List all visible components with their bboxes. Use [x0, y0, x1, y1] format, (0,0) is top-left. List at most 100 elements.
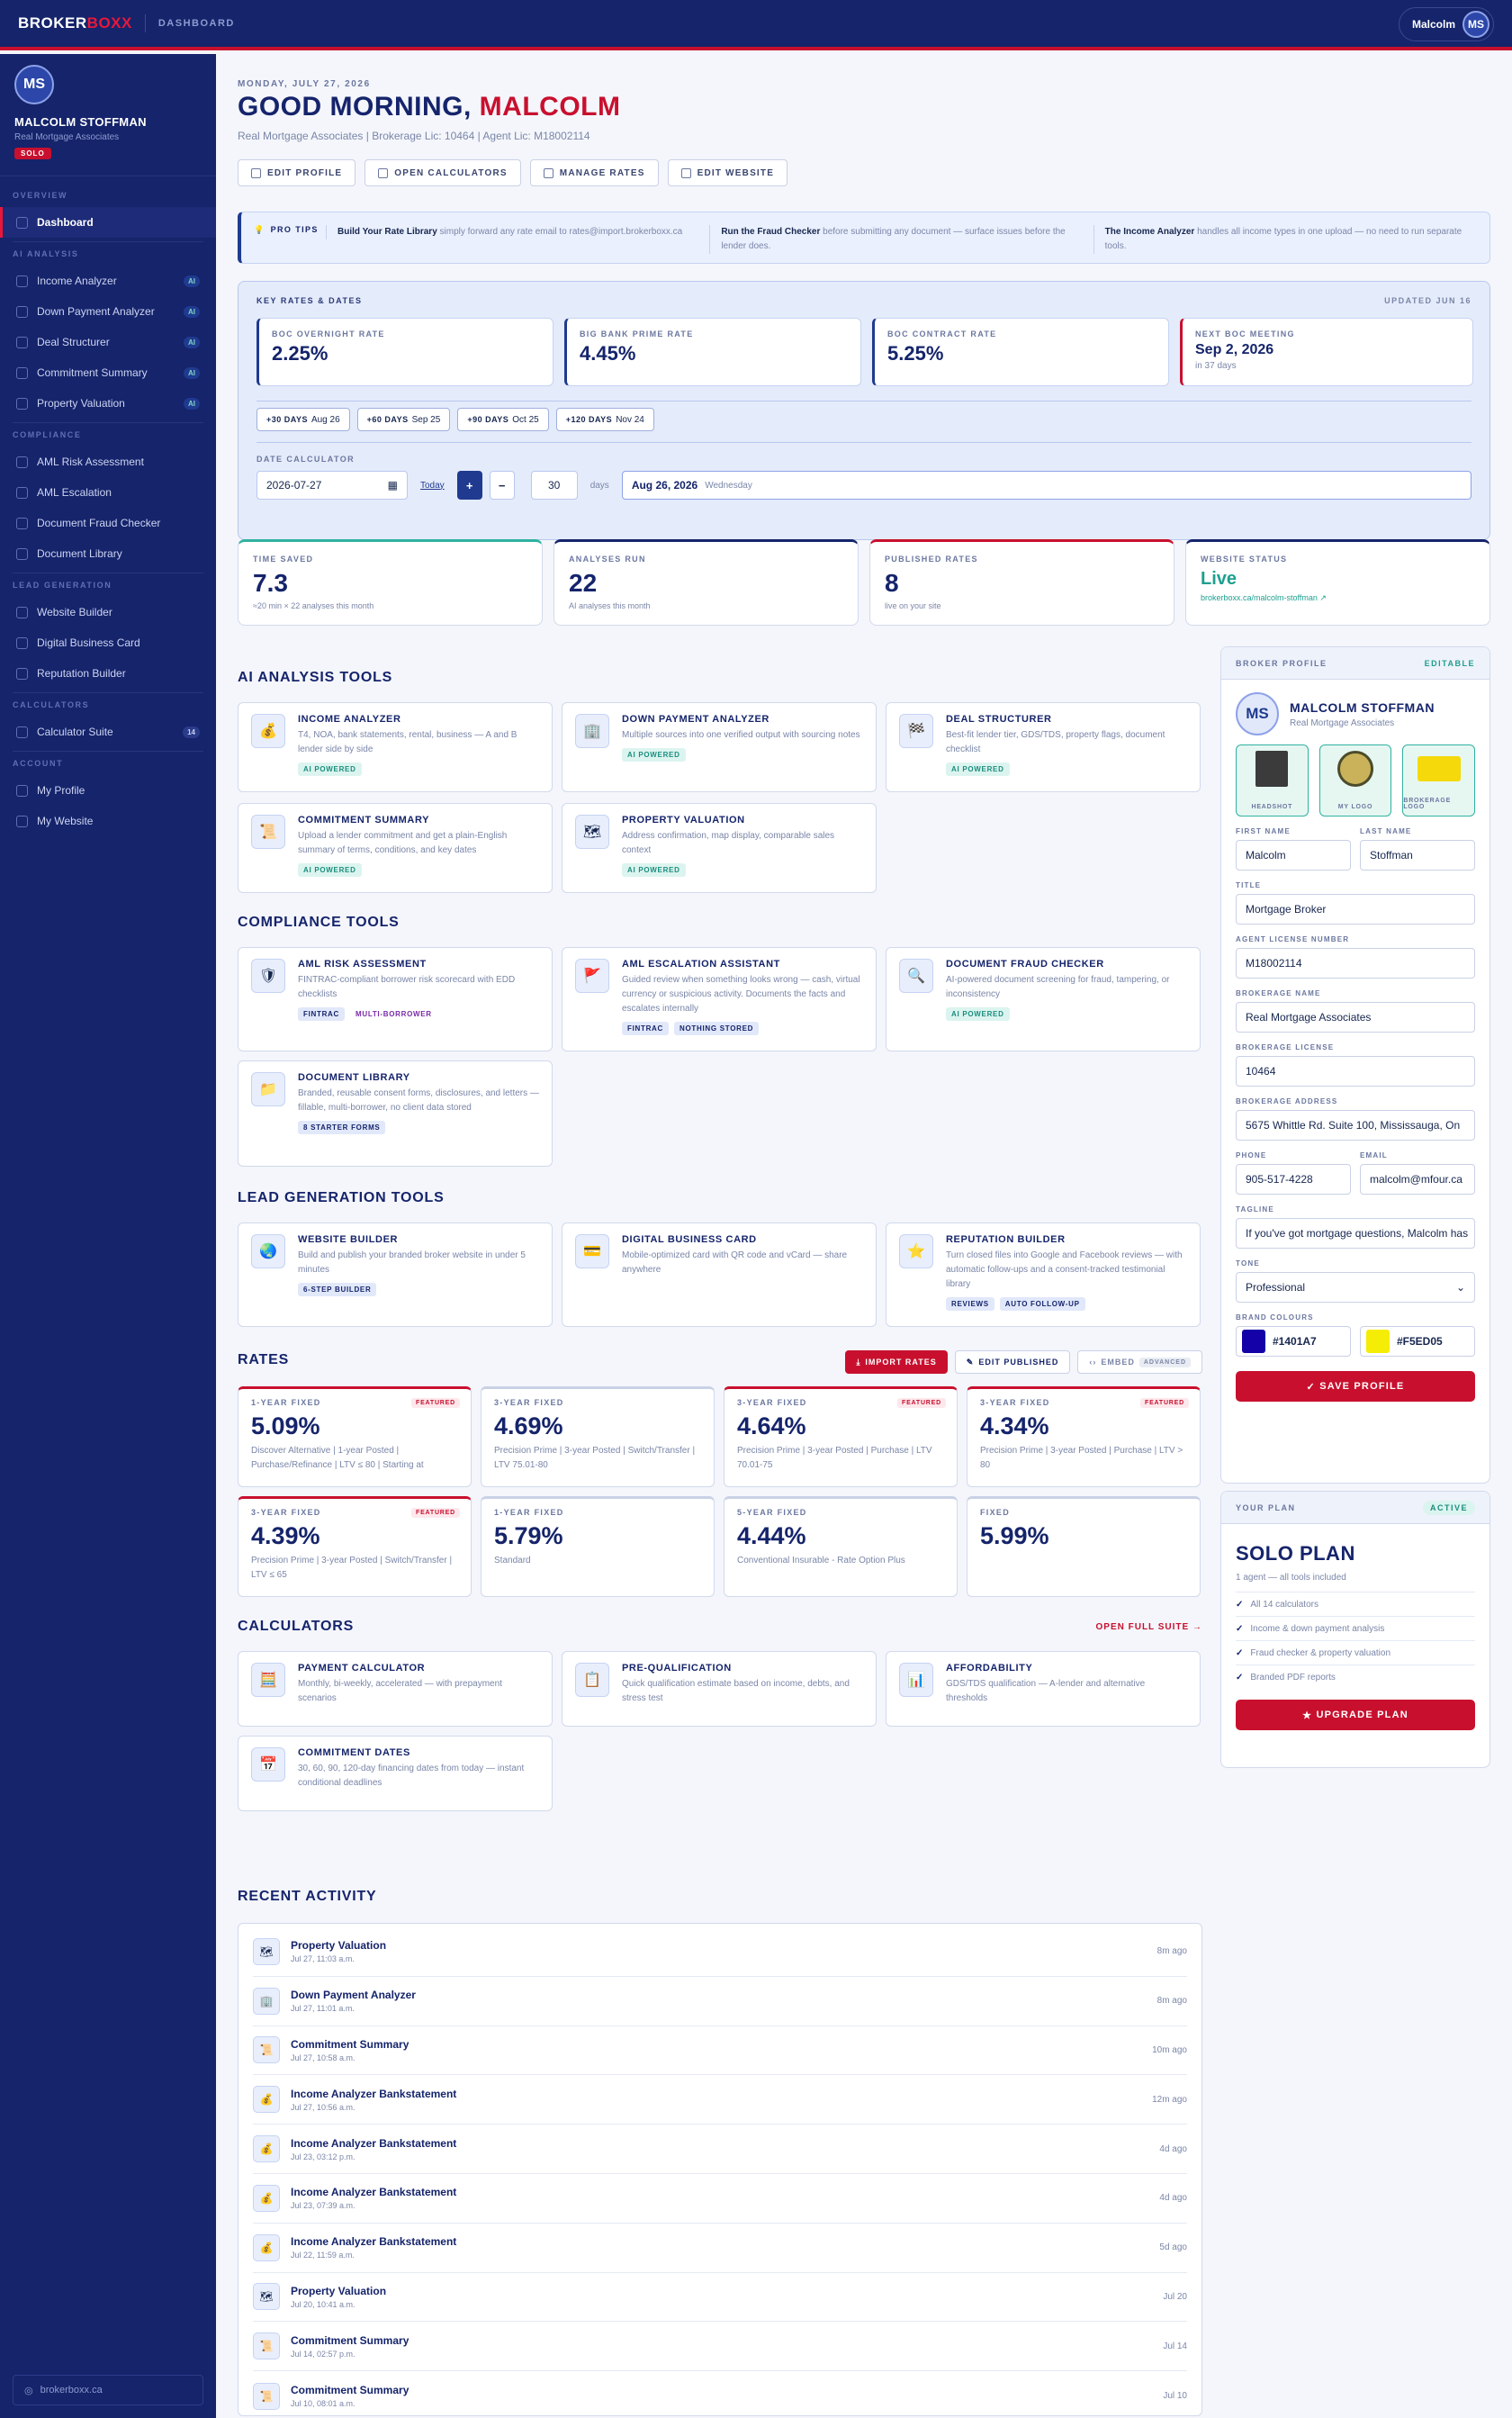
date-chip[interactable]: +60 DAYS Sep 25 [356, 408, 451, 431]
edit-published-button[interactable]: ✎ EDIT PUBLISHED [954, 1350, 1071, 1374]
email-field[interactable]: malcolm@mfour.ca [1360, 1164, 1475, 1195]
add-days-button[interactable]: + [456, 471, 482, 500]
activity-row[interactable]: 🗺 Property Valuation Jul 27, 11:03 a.m. 8m … [253, 1927, 1187, 1977]
file-icon [16, 275, 28, 287]
activity-row[interactable]: 💰 Income Analyzer Bankstatement Jul 23, 07… [253, 2174, 1187, 2224]
sidebar-item-business-card[interactable]: Digital Business Card [0, 627, 216, 658]
phone-field[interactable]: 905-517-4228 [1236, 1164, 1351, 1195]
website-link[interactable]: brokerboxx.ca/malcolm-stoffman ↗ [1201, 593, 1475, 603]
start-date-input[interactable]: 2026-07-27 ▦ [256, 471, 408, 500]
rate-card[interactable]: 3-YEAR FIXED 4.64% Precision Prime | 3-yea… [724, 1386, 958, 1487]
activity-row[interactable]: 📜 Commitment Summary Jul 10, 08:01 a.m. Jul… [253, 2371, 1187, 2418]
subtract-days-button[interactable]: − [489, 471, 515, 500]
upgrade-plan-button[interactable]: ★ UPGRADE PLAN [1236, 1700, 1475, 1730]
activity-text: Income Analyzer Bankstatement Jul 23, 03:… [291, 2137, 456, 2161]
sidebar-item-my-website[interactable]: My Website [0, 806, 216, 836]
title-field[interactable]: Mortgage Broker [1236, 894, 1475, 925]
ai-tool-card[interactable]: 💰 INCOME ANALYZER T4, NOA, bank statements… [238, 702, 553, 792]
card-description: FINTRAC-compliant borrower risk scorecar… [298, 975, 516, 999]
activity-time-ago: 5d ago [1159, 2242, 1187, 2253]
leadgen-tool-card[interactable]: ⭐ REPUTATION BUILDER Turn closed files int… [886, 1223, 1201, 1327]
brand-colour-secondary[interactable]: #F5ED05 [1360, 1326, 1475, 1357]
date-chip[interactable]: +120 DAYS Nov 24 [555, 408, 654, 431]
last-name-field[interactable]: Stoffman [1360, 840, 1475, 871]
activity-row[interactable]: 📜 Commitment Summary Jul 27, 10:58 a.m. 10m… [253, 2026, 1187, 2076]
open-calculators-button[interactable]: OPEN CALCULATORS [364, 159, 521, 186]
sidebar-item-property-valuation[interactable]: Property Valuation AI [0, 388, 216, 419]
sidebar-item-income-analyzer[interactable]: Income Analyzer AI [0, 266, 216, 296]
save-profile-button[interactable]: ✓ SAVE PROFILE [1236, 1371, 1475, 1402]
rate-card[interactable]: 1-YEAR FIXED 5.79% Standard [481, 1496, 715, 1597]
activity-text: Commitment Summary Jul 10, 08:01 a.m. [291, 2384, 409, 2408]
compliance-tool-card[interactable]: 🛡 AML RISK ASSESSMENT FINTRAC-compliant bo… [238, 947, 553, 1051]
edit-website-button[interactable]: EDIT WEBSITE [667, 159, 788, 186]
sidebar-item-document-library[interactable]: Document Library [0, 538, 216, 569]
date-chip[interactable]: +90 DAYS Oct 25 [457, 408, 549, 431]
ai-tool-card[interactable]: 📜 COMMITMENT SUMMARY Upload a lender commi… [238, 803, 553, 893]
rate-card[interactable]: FIXED 5.99% [967, 1496, 1201, 1597]
sidebar-item-calculator-suite[interactable]: Calculator Suite 14 [0, 717, 216, 747]
compliance-tool-card[interactable]: 🚩 AML ESCALATION ASSISTANT Guided review w… [562, 947, 877, 1051]
import-rates-button[interactable]: ⤓ IMPORT RATES [845, 1350, 948, 1374]
brokerage-logo-upload[interactable]: BROKERAGE LOGO [1402, 744, 1476, 817]
days-input[interactable]: 30 [530, 471, 578, 500]
tone-select[interactable]: Professional ⌄ [1236, 1272, 1475, 1303]
calculator-card[interactable]: 🧮 PAYMENT CALCULATOR Monthly, bi-weekly, a… [238, 1651, 553, 1727]
rate-card[interactable]: 5-YEAR FIXED 4.44% Conventional Insurable … [724, 1496, 958, 1597]
sidebar-footer-link[interactable]: ◎ brokerboxx.ca [13, 2375, 203, 2405]
compliance-tool-card[interactable]: 📁 DOCUMENT LIBRARY Branded, reusable conse… [238, 1060, 553, 1167]
sidebar-item-fraud-checker[interactable]: Document Fraud Checker [0, 508, 216, 538]
sidebar-item-down-payment[interactable]: Down Payment Analyzer AI [0, 296, 216, 327]
sidebar-item-aml-escalation[interactable]: AML Escalation [0, 477, 216, 508]
brand-colour-primary[interactable]: #1401A7 [1236, 1326, 1351, 1357]
open-full-suite-link[interactable]: OPEN FULL SUITE → [1096, 1622, 1203, 1632]
activity-row[interactable]: 💰 Income Analyzer Bankstatement Jul 23, 03… [253, 2125, 1187, 2174]
rate-card[interactable]: 3-YEAR FIXED 4.39% Precision Prime | 3-yea… [238, 1496, 472, 1597]
compliance-tool-card[interactable]: 🔍 DOCUMENT FRAUD CHECKER AI-powered docume… [886, 947, 1201, 1051]
user-icon [251, 167, 261, 178]
activity-row[interactable]: 💰 Income Analyzer Bankstatement Jul 27, 10… [253, 2075, 1187, 2125]
tagline-field[interactable]: If you've got mortgage questions, Malcol… [1236, 1218, 1475, 1249]
my-logo-upload[interactable]: MY LOGO [1318, 744, 1392, 817]
activity-row[interactable]: 🏢 Down Payment Analyzer Jul 27, 11:01 a.m.… [253, 1977, 1187, 2026]
brokerage-license-field[interactable]: 10464 [1236, 1056, 1475, 1087]
sidebar-item-commitment-summary[interactable]: Commitment Summary AI [0, 357, 216, 388]
first-name-field[interactable]: Malcolm [1236, 840, 1351, 871]
embed-button[interactable]: ‹› EMBED ADVANCED [1077, 1350, 1202, 1374]
leadgen-tool-card[interactable]: 🌏 WEBSITE BUILDER Build and publish your b… [238, 1223, 553, 1327]
calculator-card[interactable]: 📋 PRE-QUALIFICATION Quick qualification es… [562, 1651, 877, 1727]
calculator-card[interactable]: 📊 AFFORDABILITY GDS/TDS qualification — A-… [886, 1651, 1201, 1727]
activity-time-ago: 4d ago [1159, 2143, 1187, 2154]
brand-logo[interactable]: BROKERBOXX [18, 14, 132, 32]
tag-badge: AI POWERED [622, 748, 686, 762]
sidebar-section-compliance: COMPLIANCE [13, 430, 82, 439]
sidebar-item-my-profile[interactable]: My Profile [0, 775, 216, 806]
sidebar-item-website-builder[interactable]: Website Builder [0, 597, 216, 627]
today-link[interactable]: Today [420, 481, 445, 491]
user-menu-button[interactable]: Malcolm MS [1398, 7, 1494, 41]
activity-row[interactable]: 💰 Income Analyzer Bankstatement Jul 22, 11… [253, 2224, 1187, 2273]
activity-row[interactable]: 🗺 Property Valuation Jul 20, 10:41 a.m. Jul… [253, 2273, 1187, 2323]
brokerage-address-field[interactable]: 5675 Whittle Rd. Suite 100, Mississauga,… [1236, 1110, 1475, 1141]
agent-license-field[interactable]: M18002114 [1236, 948, 1475, 979]
sidebar-item-deal-structurer[interactable]: Deal Structurer AI [0, 327, 216, 357]
rate-card[interactable]: 3-YEAR FIXED 4.34% Precision Prime | 3-yea… [967, 1386, 1201, 1487]
activity-row[interactable]: 📜 Commitment Summary Jul 14, 02:57 p.m. Jul… [253, 2322, 1187, 2372]
rate-card[interactable]: 3-YEAR FIXED 4.69% Precision Prime | 3-yea… [481, 1386, 715, 1487]
user-icon [16, 784, 28, 797]
ai-tool-card[interactable]: 🗺 PROPERTY VALUATION Address confirmation,… [562, 803, 877, 893]
sidebar-item-dashboard[interactable]: Dashboard [0, 207, 216, 238]
date-chip[interactable]: +30 DAYS Aug 26 [256, 408, 350, 431]
manage-rates-button[interactable]: MANAGE RATES [529, 159, 659, 186]
edit-profile-button[interactable]: EDIT PROFILE [238, 159, 356, 186]
ai-tool-card[interactable]: 🏁 DEAL STRUCTURER Best-fit lender tier, GD… [886, 702, 1201, 792]
brokerage-name-field[interactable]: Real Mortgage Associates [1236, 1002, 1475, 1033]
leadgen-tool-card[interactable]: 💳 DIGITAL BUSINESS CARD Mobile-optimized c… [562, 1223, 877, 1327]
brokerage-logo-image [1417, 756, 1461, 781]
sidebar-item-reputation[interactable]: Reputation Builder [0, 658, 216, 689]
headshot-upload[interactable]: HEADSHOT [1236, 744, 1309, 817]
rate-card[interactable]: 1-YEAR FIXED 5.09% Discover Alternative | … [238, 1386, 472, 1487]
sidebar-item-aml-risk[interactable]: AML Risk Assessment [0, 447, 216, 477]
calculator-card[interactable]: 📅 COMMITMENT DATES 30, 60, 90, 120-day fin… [238, 1736, 553, 1811]
ai-tool-card[interactable]: 🏢 DOWN PAYMENT ANALYZER Multiple sources i… [562, 702, 877, 792]
